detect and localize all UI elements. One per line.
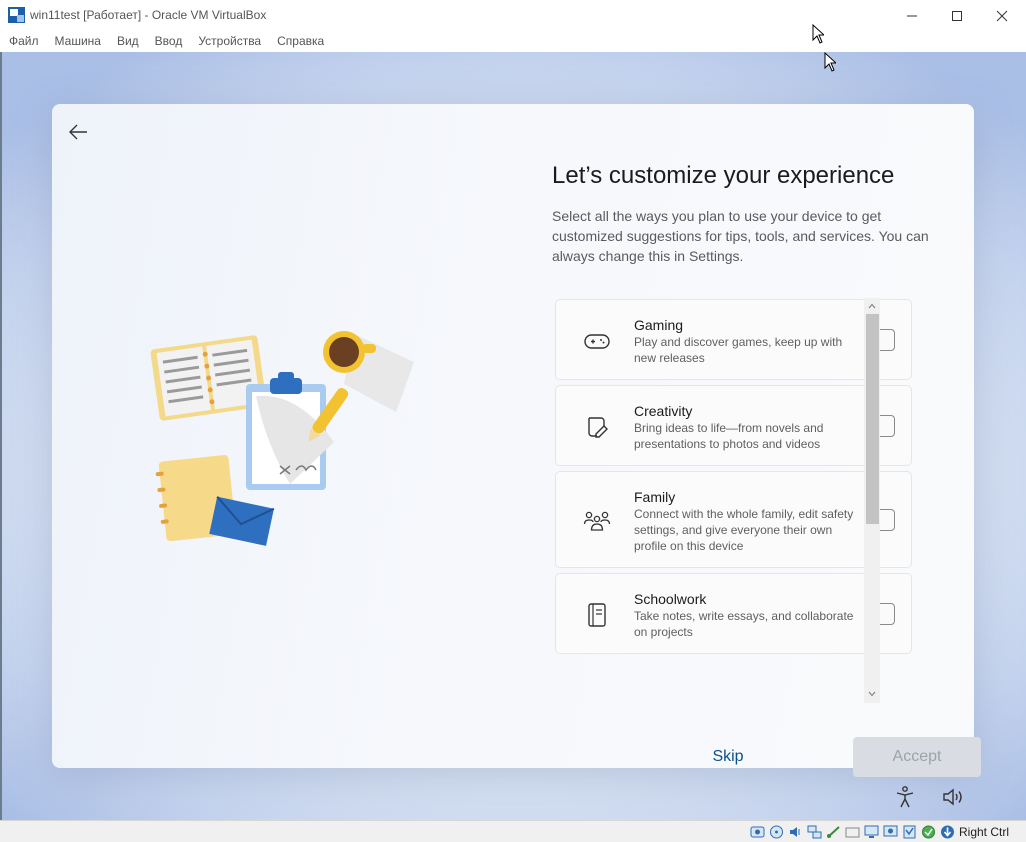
maximize-icon [952,10,962,21]
option-card-schoolwork[interactable]: Schoolwork Take notes, write essays, and… [555,573,912,654]
page-description: Select all the ways you plan to use your… [552,208,929,264]
pen-paper-icon [588,417,608,438]
window-titlebar: win11test [Работает] - Oracle VM Virtual… [0,0,1026,31]
page-title: Let’s customize your experience [552,162,895,189]
menu-machine[interactable]: Машина [55,31,101,52]
host-key-icon[interactable] [939,824,956,840]
menu-file[interactable]: Файл [9,31,39,52]
option-card-gaming[interactable]: Gaming Play and discover games, keep up … [555,299,912,380]
menu-help[interactable]: Справка [277,31,324,52]
close-button[interactable] [979,0,1025,31]
arrow-left-icon [69,124,87,140]
options-scrollbar[interactable] [864,298,880,703]
window-title: win11test [Работает] - Oracle VM Virtual… [30,8,267,22]
menu-view[interactable]: Вид [117,31,139,52]
display-icon[interactable] [863,824,880,840]
minimize-button[interactable] [889,0,935,31]
chevron-up-icon [868,303,876,309]
accept-button[interactable]: Accept [853,737,981,777]
guest-cursor-icon [824,52,836,72]
option-title: Gaming [634,317,684,333]
host-key-label: Right Ctrl [959,825,1010,839]
close-icon [996,10,1008,21]
notebook-icon [588,603,606,627]
guest-screen: Let’s customize your experience Select a… [0,52,1026,820]
option-card-creativity[interactable]: Creativity Bring ideas to life—from nove… [555,385,912,466]
volume-icon[interactable] [942,787,964,807]
option-card-family[interactable]: Family Connect with the whole family, ed… [555,471,912,568]
accessibility-icon[interactable] [895,786,915,808]
maximize-button[interactable] [934,0,980,31]
status-icons [749,824,956,840]
skip-button[interactable]: Skip [692,737,764,777]
hard-disk-icon[interactable] [749,824,766,840]
guest-additions-icon[interactable] [920,824,937,840]
virtualbox-app-icon [8,7,25,23]
minimize-icon [907,15,917,16]
usb-icon[interactable] [825,824,842,840]
gamepad-icon [584,334,610,349]
option-description: Take notes, write essays, and collaborat… [634,609,854,639]
family-icon [583,511,611,531]
option-title: Schoolwork [634,591,707,607]
option-title: Family [634,489,676,505]
audio-icon[interactable] [787,824,804,840]
scroll-down-button[interactable] [864,687,880,701]
menu-input[interactable]: Ввод [155,31,183,52]
guest-border [0,52,2,820]
optical-drive-icon[interactable] [768,824,785,840]
menu-devices[interactable]: Устройства [198,31,261,52]
recording-icon[interactable] [882,824,899,840]
menubar: Файл Машина Вид Ввод Устройства Справка [0,31,1026,52]
network-icon[interactable] [806,824,823,840]
option-title: Creativity [634,403,693,419]
scroll-up-button[interactable] [864,299,880,313]
option-description: Connect with the whole family, edit safe… [634,507,854,553]
scroll-thumb[interactable] [866,314,879,524]
illustration [150,331,414,546]
back-button[interactable] [66,120,90,144]
oobe-panel: Let’s customize your experience Select a… [52,104,981,777]
host-statusbar: Right Ctrl [0,820,1026,842]
virtualization-icon[interactable] [901,824,918,840]
mouse-cursor-icon [812,24,824,44]
option-description: Bring ideas to life—from novels and pres… [634,421,824,451]
shared-folder-icon[interactable] [844,824,861,840]
options-list: Gaming Play and discover games, keep up … [555,299,913,702]
option-description: Play and discover games, keep up with ne… [634,335,843,365]
chevron-down-icon [868,691,876,697]
